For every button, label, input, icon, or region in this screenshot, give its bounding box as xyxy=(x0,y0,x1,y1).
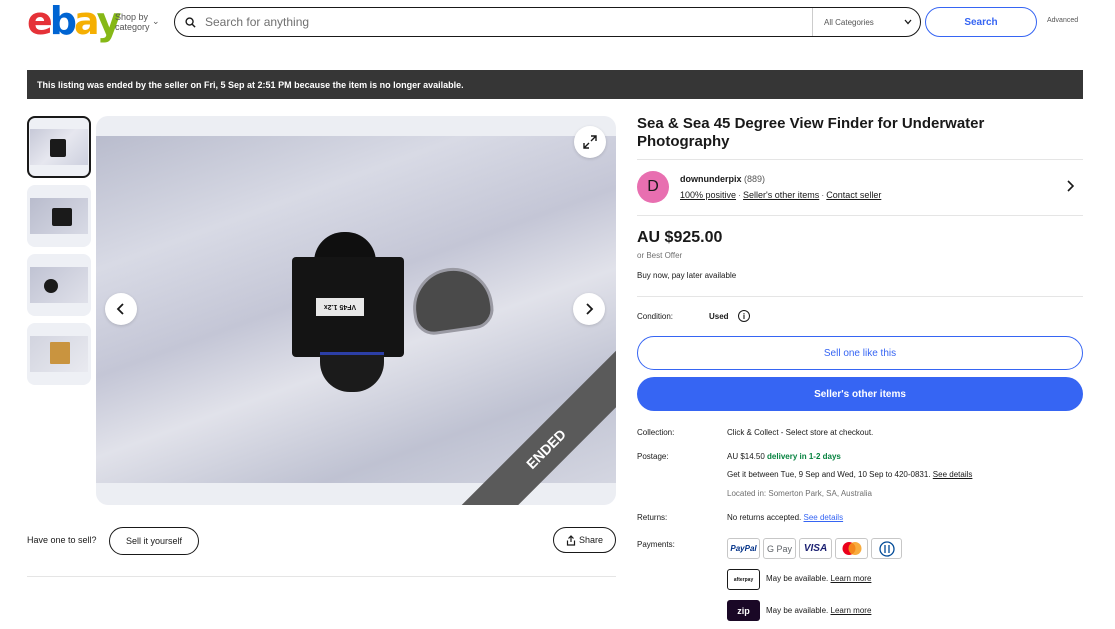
search-button[interactable]: Search xyxy=(925,7,1037,37)
zip-availability: May be available. Learn more xyxy=(766,606,871,615)
postage-label: Postage: xyxy=(637,452,669,461)
seller-links: 100% positive · Seller's other items · Conta… xyxy=(680,190,882,200)
logo-letter-b: b xyxy=(49,0,77,43)
divider xyxy=(27,576,616,577)
afterpay-availability: May be available. Learn more xyxy=(766,574,871,583)
category-select[interactable]: All Categories xyxy=(812,8,920,36)
google-pay-logo-icon: G Pay xyxy=(763,538,796,559)
paypal-logo-icon: PayPal xyxy=(727,538,760,559)
share-button[interactable]: Share xyxy=(553,527,616,553)
afterpay-may-be-available: May be available. xyxy=(766,574,829,583)
listing-ended-message: This listing was ended by the seller on … xyxy=(37,79,464,90)
returns-line: No returns accepted. See details xyxy=(727,513,843,522)
postage-see-details-link[interactable]: See details xyxy=(933,470,973,479)
afterpay-learn-more-link[interactable]: Learn more xyxy=(831,574,872,583)
diners-club-logo-icon xyxy=(871,538,902,559)
zip-logo-icon: zip xyxy=(727,600,760,621)
chevron-left-icon xyxy=(116,303,124,315)
condition-label: Condition: xyxy=(637,312,674,321)
chevron-down-icon: ⌄ xyxy=(152,16,160,26)
postage-speed: delivery in 1-2 days xyxy=(767,452,841,461)
seller-positive-feedback-link[interactable]: 100% positive xyxy=(680,190,736,200)
advanced-search-link[interactable]: Advanced xyxy=(1047,17,1078,24)
logo-letter-a: a xyxy=(73,0,100,43)
delivery-estimate: Get it between Tue, 9 Sep and Wed, 10 Se… xyxy=(727,470,972,479)
condition-value: Used xyxy=(709,312,729,321)
seller-feedback-count: (889) xyxy=(744,174,766,184)
divider xyxy=(637,215,1083,216)
sell-one-like-this-button[interactable]: Sell one like this xyxy=(637,336,1083,370)
postage-line: AU $14.50 delivery in 1-2 days xyxy=(727,452,841,461)
thumbnail-2[interactable] xyxy=(27,185,91,247)
collection-label: Collection: xyxy=(637,428,675,437)
thumbnail-4[interactable] xyxy=(27,323,91,385)
shop-by-category-button[interactable]: Shop by category ⌄ xyxy=(115,12,175,32)
thumbnail-3[interactable] xyxy=(27,254,91,316)
seller-name[interactable]: downunderpix (889) xyxy=(680,174,765,184)
best-offer-label: or Best Offer xyxy=(637,251,683,260)
zip-may-be-available: May be available. xyxy=(766,606,829,615)
share-icon xyxy=(566,534,576,546)
chevron-down-icon xyxy=(904,19,912,25)
ebay-logo[interactable]: ebay xyxy=(27,0,121,43)
next-image-button[interactable] xyxy=(573,293,605,325)
fullscreen-button[interactable] xyxy=(574,126,606,158)
previous-image-button[interactable] xyxy=(105,293,137,325)
logo-letter-e: e xyxy=(27,0,53,43)
search-bar: All Categories xyxy=(174,7,921,37)
category-select-value: All Categories xyxy=(824,17,874,27)
search-icon xyxy=(175,16,205,28)
info-icon[interactable]: i xyxy=(738,310,750,322)
divider xyxy=(637,296,1083,297)
item-location: Located in: Somerton Park, SA, Australia xyxy=(727,489,872,498)
divider xyxy=(637,159,1083,160)
seller-avatar[interactable]: D xyxy=(637,171,669,203)
chevron-right-icon xyxy=(586,303,594,315)
pay-later-label: Buy now, pay later available xyxy=(637,271,737,280)
seller-other-items-link[interactable]: Seller's other items xyxy=(743,190,819,200)
expand-icon xyxy=(583,135,597,149)
seller-chevron-right-icon[interactable] xyxy=(1066,179,1075,195)
seller-username: downunderpix xyxy=(680,174,742,184)
contact-seller-link[interactable]: Contact seller xyxy=(826,190,881,200)
listing-ended-banner: This listing was ended by the seller on … xyxy=(27,70,1083,99)
share-label: Share xyxy=(578,535,604,545)
main-product-image[interactable]: VF45 1.2x ENDED xyxy=(96,116,616,505)
shop-by-category-label: Shop by category xyxy=(115,12,150,32)
sellers-other-items-button[interactable]: Seller's other items xyxy=(637,377,1083,411)
price: AU $925.00 xyxy=(637,229,723,246)
returns-label: Returns: xyxy=(637,513,668,522)
delivery-dates: Get it between Tue, 9 Sep and Wed, 10 Se… xyxy=(727,470,931,479)
payments-label: Payments: xyxy=(637,540,675,549)
search-input[interactable] xyxy=(205,15,812,29)
have-one-to-sell-label: Have one to sell? xyxy=(27,535,97,545)
returns-value: No returns accepted. xyxy=(727,513,802,522)
sell-it-yourself-button[interactable]: Sell it yourself xyxy=(109,527,199,555)
mastercard-logo-icon xyxy=(835,538,868,559)
afterpay-logo-icon: afterpay xyxy=(727,569,760,590)
postage-price: AU $14.50 xyxy=(727,452,765,461)
listing-title: Sea & Sea 45 Degree View Finder for Unde… xyxy=(637,115,985,150)
product-label: VF45 1.2x xyxy=(316,298,364,316)
zip-learn-more-link[interactable]: Learn more xyxy=(831,606,872,615)
thumbnail-1[interactable] xyxy=(27,116,91,178)
collection-value: Click & Collect - Select store at checko… xyxy=(727,428,874,437)
visa-logo-icon: VISA xyxy=(799,538,832,559)
returns-see-details-link[interactable]: See details xyxy=(804,513,844,522)
